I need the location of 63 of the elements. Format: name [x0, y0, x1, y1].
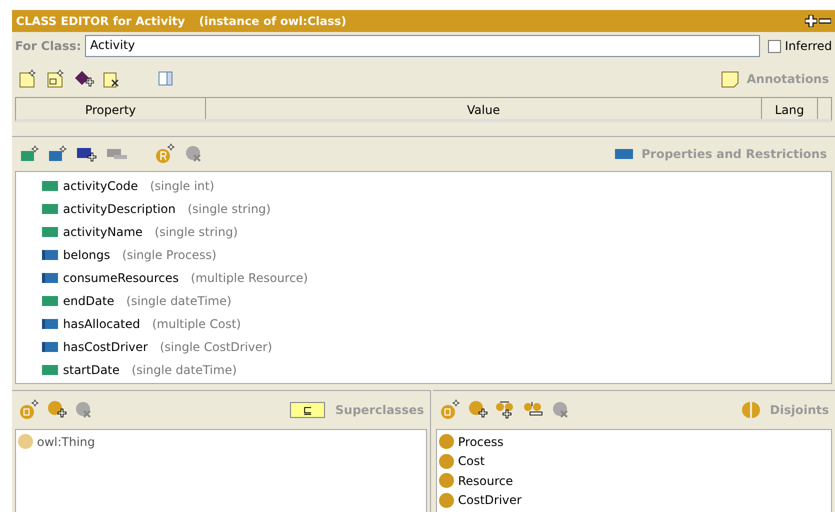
class-icon	[18, 434, 33, 450]
property-range: (single int)	[150, 178, 214, 192]
class-icon	[439, 454, 454, 469]
property-range: (single dateTime)	[126, 294, 232, 308]
class-name[interactable]: Cost	[458, 454, 485, 468]
property-range: (single CostDriver)	[160, 340, 272, 354]
new-restriction-icon[interactable]	[154, 143, 176, 165]
new-note-icon[interactable]	[18, 68, 38, 88]
property-range: (single string)	[154, 224, 238, 238]
inferred-label: Inferred	[784, 39, 832, 53]
class-icon	[439, 434, 454, 450]
property-range: (multiple Resource)	[190, 270, 308, 284]
datatype-property-icon	[42, 364, 58, 374]
superclasses-header: Superclasses	[335, 403, 424, 417]
property-name[interactable]: belongs	[63, 248, 110, 262]
property-name[interactable]: startDate	[63, 362, 120, 376]
subclass-symbol-button[interactable]: ⊑	[290, 402, 326, 418]
property-name[interactable]: hasCostDriver	[63, 340, 148, 354]
datatype-property-icon	[42, 226, 58, 236]
property-name[interactable]: activityCode	[63, 178, 138, 192]
window-subtitle: (instance of owl:Class)	[199, 14, 346, 28]
class-name-field[interactable]: Activity	[85, 35, 760, 57]
property-icon	[615, 149, 634, 159]
inferred-checkbox[interactable]	[768, 40, 781, 52]
new-datatype-property-icon[interactable]	[20, 145, 40, 163]
note-icon	[720, 70, 739, 88]
property-name[interactable]: consumeResources	[63, 270, 179, 284]
plus-icon[interactable]	[805, 15, 817, 27]
property-range: (single string)	[188, 202, 271, 216]
diamond-add-icon[interactable]	[74, 68, 94, 88]
property-name[interactable]: endDate	[63, 294, 114, 308]
object-property-icon	[42, 272, 58, 282]
new-object-property-icon[interactable]	[48, 145, 68, 163]
class-name[interactable]: owl:Thing	[37, 434, 96, 449]
object-property-icon	[42, 318, 58, 328]
column-header[interactable]: Property	[16, 98, 206, 119]
property-name[interactable]: hasAllocated	[63, 316, 140, 330]
class-icon	[439, 473, 454, 488]
property-range: (single dateTime)	[132, 362, 237, 376]
datatype-property-icon	[42, 180, 58, 190]
object-property-icon	[42, 250, 58, 260]
new-class-icon[interactable]	[439, 399, 461, 421]
datatype-property-icon	[42, 296, 58, 306]
panel-icon[interactable]	[158, 70, 174, 86]
column-header[interactable]: Lang	[762, 98, 818, 119]
note-document-icon[interactable]	[46, 68, 66, 88]
property-name[interactable]: activityDescription	[63, 202, 176, 216]
class-name[interactable]: Resource	[458, 474, 514, 488]
disjoints-header: Disjoints	[770, 403, 829, 417]
object-property-icon	[42, 342, 58, 352]
window-title: CLASS EDITOR for Activity	[16, 14, 186, 28]
property-range: (multiple Cost)	[152, 316, 241, 330]
column-header[interactable]: Value	[206, 98, 762, 119]
class-icon	[439, 492, 454, 508]
property-name[interactable]: activityName	[63, 224, 143, 238]
new-class-icon[interactable]	[18, 399, 40, 421]
class-name[interactable]: CostDriver	[458, 493, 522, 508]
for-class-label: For Class:	[15, 39, 82, 53]
annotations-header: Annotations	[746, 72, 829, 86]
class-name[interactable]: Process	[458, 434, 504, 449]
datatype-property-icon	[42, 204, 58, 214]
property-range: (single Process)	[122, 248, 216, 262]
properties-header: Properties and Restrictions	[641, 147, 827, 161]
